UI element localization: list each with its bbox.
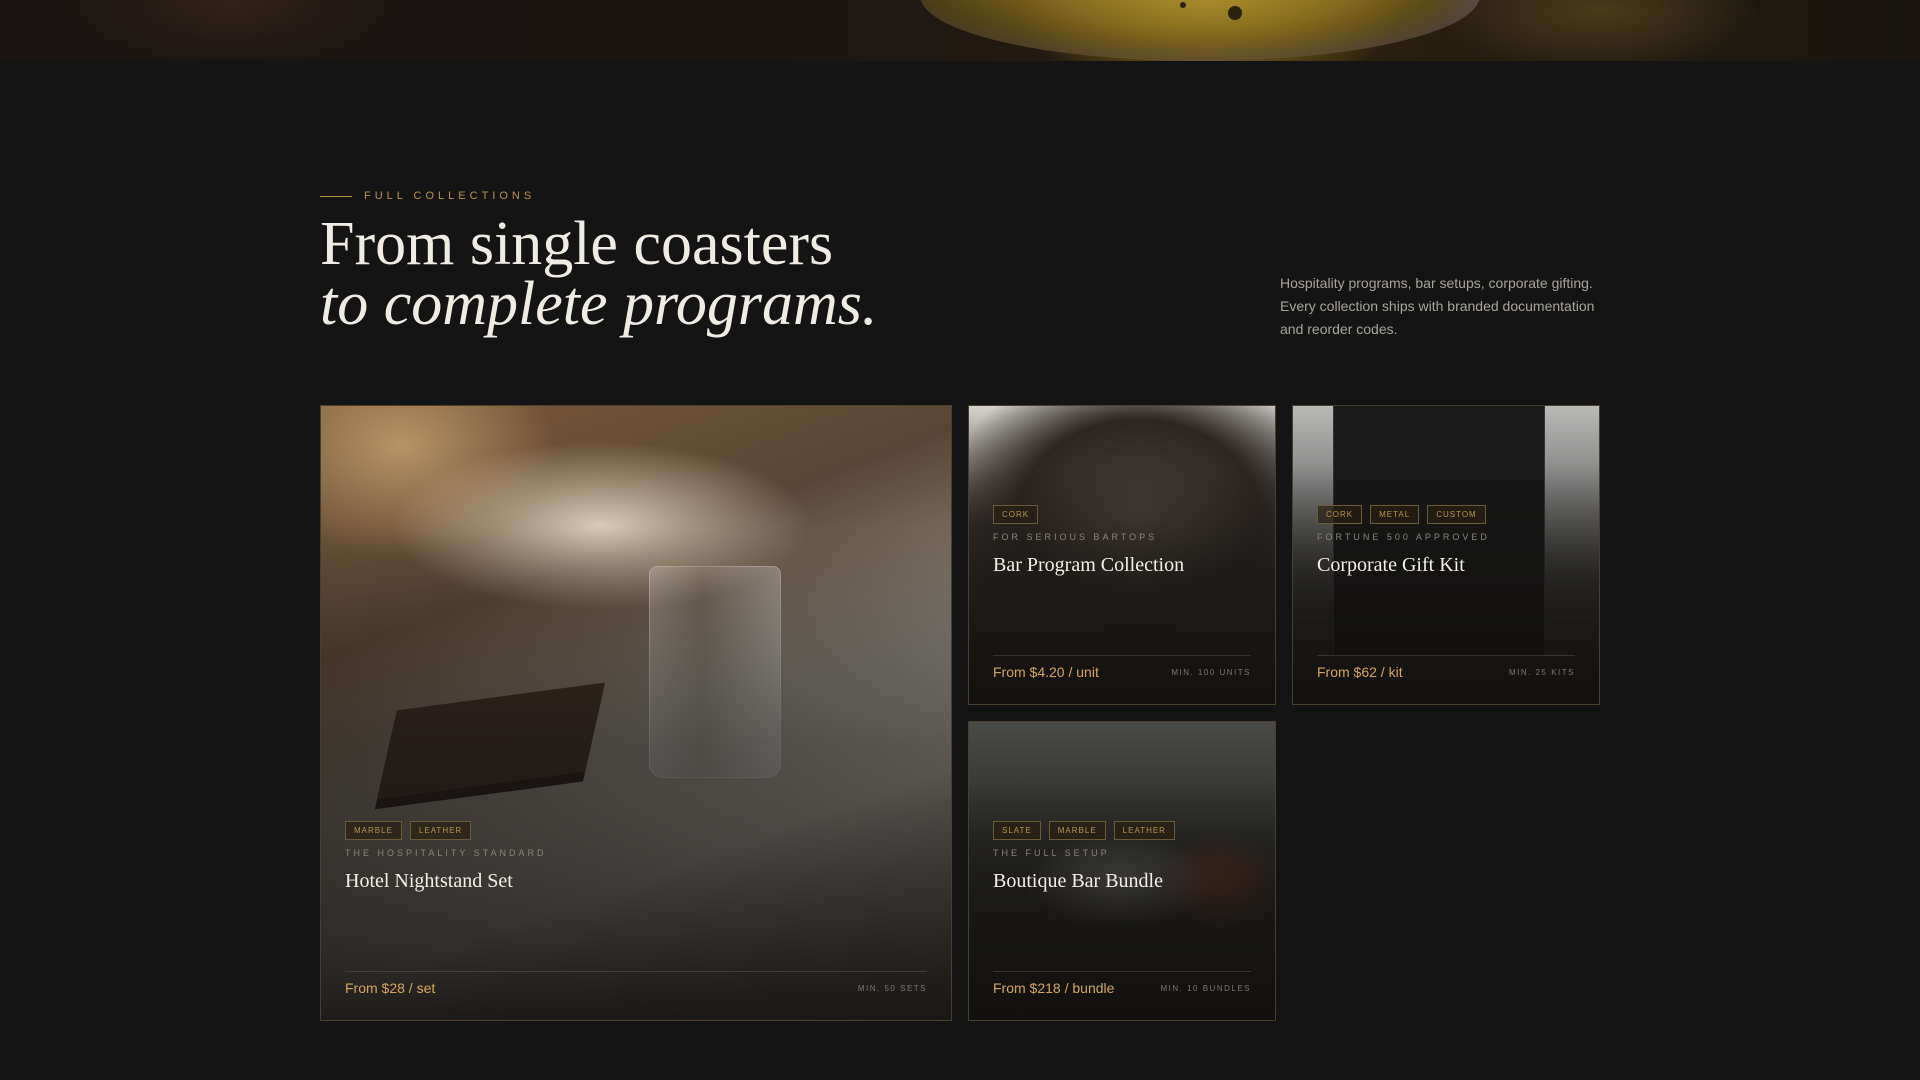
headline-line-1: From single coasters: [320, 210, 834, 278]
card-footer: From $28 / set MIN. 50 SETS: [345, 971, 927, 996]
tag-list: CORK METAL CUSTOM: [1317, 505, 1575, 524]
hero-photo-detail: [1180, 2, 1186, 8]
material-tag: SLATE: [993, 821, 1041, 840]
card-footer: From $218 / bundle MIN. 10 BUNDLES: [993, 971, 1251, 996]
card-title[interactable]: Bar Program Collection: [993, 554, 1251, 577]
section-headline: From single coasters to complete program…: [320, 210, 878, 338]
collection-card-boutique-bar[interactable]: SLATE MARBLE LEATHER THE FULL SETUP Bout…: [968, 721, 1276, 1021]
card-kicker: FOR SERIOUS BARTOPS: [993, 532, 1158, 542]
card-minimum: MIN. 100 UNITS: [1171, 667, 1251, 677]
tag-list: SLATE MARBLE LEATHER: [993, 821, 1251, 840]
card-content: CORK FOR SERIOUS BARTOPS Bar Program Col…: [993, 505, 1251, 577]
card-price: From $218 / bundle: [993, 980, 1115, 996]
eyebrow-rule: [320, 195, 352, 197]
section-eyebrow: FULL COLLECTIONS: [320, 190, 535, 202]
card-minimum: MIN. 25 KITS: [1508, 667, 1575, 677]
collection-card-corporate-gift[interactable]: CORK METAL CUSTOM FORTUNE 500 APPROVED C…: [1292, 405, 1600, 705]
card-minimum: MIN. 10 BUNDLES: [1160, 983, 1251, 993]
collection-card-hotel-nightstand[interactable]: MARBLE LEATHER THE HOSPITALITY STANDARD …: [320, 405, 952, 1021]
material-tag: CORK: [1317, 505, 1363, 524]
card-content: MARBLE LEATHER THE HOSPITALITY STANDARD …: [345, 821, 927, 893]
card-price: From $62 / kit: [1317, 664, 1403, 680]
card-footer: From $62 / kit MIN. 25 KITS: [1317, 655, 1575, 680]
tag-list: MARBLE LEATHER: [345, 821, 927, 840]
hero-photo: [920, 0, 1480, 61]
photo-overlay: [321, 406, 951, 1020]
card-title[interactable]: Boutique Bar Bundle: [993, 870, 1251, 893]
tag-list: CORK: [993, 505, 1251, 524]
card-title[interactable]: Corporate Gift Kit: [1317, 554, 1575, 577]
card-footer: From $4.20 / unit MIN. 100 UNITS: [993, 655, 1251, 680]
material-tag: CUSTOM: [1427, 505, 1486, 524]
card-kicker: THE FULL SETUP: [993, 848, 1110, 858]
section-intro: Hospitality programs, bar setups, corpor…: [1280, 275, 1595, 337]
eyebrow-label: FULL COLLECTIONS: [364, 190, 536, 202]
card-title[interactable]: Hotel Nightstand Set: [345, 870, 927, 893]
card-kicker: FORTUNE 500 APPROVED: [1317, 532, 1490, 542]
hero-image-strip: [0, 0, 1920, 61]
material-tag: LEATHER: [1113, 821, 1175, 840]
collection-card-bar-program[interactable]: CORK FOR SERIOUS BARTOPS Bar Program Col…: [968, 405, 1276, 705]
card-price: From $28 / set: [345, 980, 436, 996]
headline-line-2: to complete programs.: [320, 270, 878, 338]
card-minimum: MIN. 50 SETS: [857, 983, 927, 993]
card-kicker: THE HOSPITALITY STANDARD: [345, 848, 547, 858]
material-tag: MARBLE: [345, 821, 402, 840]
material-tag: MARBLE: [1048, 821, 1106, 840]
material-tag: CORK: [993, 505, 1039, 524]
card-content: CORK METAL CUSTOM FORTUNE 500 APPROVED C…: [1317, 505, 1575, 577]
material-tag: LEATHER: [409, 821, 472, 840]
card-price: From $4.20 / unit: [993, 664, 1099, 680]
card-content: SLATE MARBLE LEATHER THE FULL SETUP Bout…: [993, 821, 1251, 893]
material-tag: METAL: [1370, 505, 1420, 524]
hero-photo-detail: [1228, 6, 1242, 20]
